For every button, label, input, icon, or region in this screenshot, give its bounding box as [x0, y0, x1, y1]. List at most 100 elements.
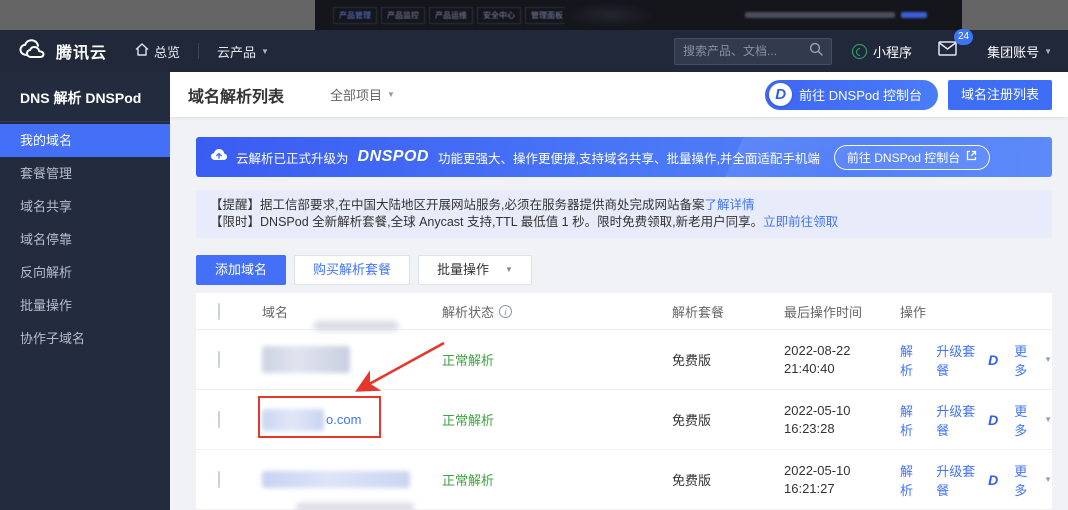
- upgrade-plan-link[interactable]: 升级套餐 D: [936, 461, 998, 499]
- plan-cell: 免费版: [672, 350, 784, 369]
- plan-cell: 免费版: [672, 410, 784, 429]
- dnspod-d-icon: D: [769, 83, 792, 106]
- account-menu[interactable]: 集团账号 ▼: [987, 42, 1052, 61]
- goto-dnspod-console-button[interactable]: D 前往 DNSPod 控制台: [765, 80, 938, 110]
- resolve-link[interactable]: 解析: [900, 401, 925, 439]
- background-tab: 产品管理: [333, 7, 377, 24]
- sidebar-item-domain-sharing[interactable]: 域名共享: [0, 190, 170, 223]
- select-all-checkbox[interactable]: [218, 303, 220, 320]
- notice-text: DNSPod 全新解析套餐,全球 Anycast 支持,TTL 最低值 1 秒。…: [260, 215, 763, 229]
- notice-line-limited-offer: 【限时】DNSPod 全新解析套餐,全球 Anycast 支持,TTL 最低值 …: [210, 214, 1038, 231]
- upgrade-plan-link[interactable]: 升级套餐 D: [936, 341, 998, 379]
- search-input[interactable]: [683, 44, 809, 58]
- notice-line-reminder: 【提醒】据工信部要求,在中国大陆地区开展网站服务,必须在服务器提供商处完成网站备…: [210, 197, 1038, 214]
- brand-name: 腾讯云: [56, 39, 107, 63]
- status-badge: 正常解析: [442, 473, 494, 488]
- status-badge: 正常解析: [442, 353, 494, 368]
- status-badge: 正常解析: [442, 413, 494, 428]
- column-header-last-op-time: 最后操作时间: [784, 302, 900, 321]
- dnspod-logo: DNSPOD: [358, 148, 429, 166]
- background-blurred-text: [745, 12, 927, 18]
- nav-products-label: 云产品: [217, 42, 256, 61]
- dnspod-d-icon: D: [988, 412, 998, 428]
- banner-button-label: 前往 DNSPod 控制台: [847, 149, 960, 166]
- nav-overview[interactable]: 总览: [135, 42, 180, 61]
- sidebar-item-batch-operations[interactable]: 批量操作: [0, 289, 170, 322]
- search-icon[interactable]: [809, 42, 823, 61]
- resolve-link[interactable]: 解析: [900, 341, 925, 379]
- row-checkbox[interactable]: [218, 411, 220, 428]
- op-time: 16:21:27: [784, 480, 900, 498]
- batch-operations-label: 批量操作: [437, 256, 489, 284]
- info-icon[interactable]: i: [499, 305, 512, 318]
- table-toolbar: 添加域名 购买解析套餐 批量操作 ▼: [196, 255, 532, 285]
- plan-cell: 免费版: [672, 470, 784, 489]
- buy-plan-button[interactable]: 购买解析套餐: [294, 255, 410, 285]
- table-row: o.com 正常解析 免费版 2022-05-10 16:23:28 解析 升级…: [196, 390, 1052, 450]
- table-row: 正常解析 免费版 2022-08-22 21:40:40 解析 升级套餐 D 更…: [196, 330, 1052, 390]
- top-navbar: 腾讯云 总览 云产品 ▼ 小程序: [0, 30, 1068, 72]
- cloud-logo-icon: [18, 39, 48, 64]
- account-label: 集团账号: [987, 42, 1039, 61]
- table-row: 正常解析 免费版 2022-05-10 16:21:27 解析 升级套餐 D 更…: [196, 450, 1052, 510]
- notice-link-details[interactable]: 了解详情: [704, 198, 754, 212]
- more-dropdown[interactable]: 更多 ▼: [1014, 341, 1052, 379]
- tencent-cloud-logo[interactable]: 腾讯云: [18, 39, 107, 64]
- sidebar-item-domain-parking[interactable]: 域名停靠: [0, 223, 170, 256]
- notice-link-claim[interactable]: 立即前往领取: [763, 215, 838, 229]
- mini-program-icon: [852, 44, 867, 59]
- chevron-down-icon: ▼: [1044, 475, 1052, 484]
- main-content: 云解析已正式升级为 DNSPOD 功能更强大、操作更便捷,支持域名共享、批量操作…: [170, 117, 1068, 510]
- op-date: 2022-05-10: [784, 402, 900, 420]
- notice-tag: 【提醒】: [210, 198, 260, 212]
- mini-program-entry[interactable]: 小程序: [852, 42, 912, 61]
- more-label: 更多: [1014, 461, 1039, 499]
- banner-goto-console-button[interactable]: 前往 DNSPod 控制台: [834, 145, 990, 170]
- more-label: 更多: [1014, 341, 1039, 379]
- domain-table: 域名 解析状态 i 解析套餐 最后操作时间 操作 正常解析 免费版 2022-0…: [196, 293, 1052, 510]
- blurred-censor-mark: [296, 503, 414, 510]
- background-tab: 管理面板: [525, 7, 569, 24]
- chevron-down-icon: ▼: [1044, 415, 1052, 424]
- mail-icon: [938, 43, 957, 60]
- sidebar-item-plan-management[interactable]: 套餐管理: [0, 157, 170, 190]
- sidebar-item-my-domains[interactable]: 我的域名: [0, 124, 170, 157]
- column-header-plan: 解析套餐: [672, 302, 784, 321]
- blurred-censor-mark: [314, 321, 398, 331]
- project-filter-dropdown[interactable]: 全部项目 ▼: [330, 85, 395, 104]
- sidebar-title: DNS 解析 DNSPod: [0, 72, 170, 122]
- sidebar-item-reverse-resolution[interactable]: 反向解析: [0, 256, 170, 289]
- external-link-icon: [966, 150, 977, 164]
- row-checkbox[interactable]: [218, 351, 220, 368]
- notice-tag: 【限时】: [210, 215, 260, 229]
- sidebar-menu: 我的域名 套餐管理 域名共享 域名停靠 反向解析 批量操作 协作子域名: [0, 124, 170, 355]
- chevron-down-icon: ▼: [387, 90, 395, 99]
- background-graphic: [565, 2, 655, 28]
- nav-cloud-products[interactable]: 云产品 ▼: [217, 42, 269, 61]
- more-dropdown[interactable]: 更多 ▼: [1014, 461, 1052, 499]
- add-domain-button[interactable]: 添加域名: [196, 255, 286, 285]
- resolve-link[interactable]: 解析: [900, 461, 925, 499]
- dnspod-d-icon: D: [988, 472, 998, 488]
- global-search[interactable]: [674, 38, 832, 65]
- op-time: 16:23:28: [784, 420, 900, 438]
- domain-register-list-button[interactable]: 域名注册列表: [948, 80, 1052, 110]
- more-dropdown[interactable]: 更多 ▼: [1014, 401, 1052, 439]
- navbar-right: 小程序 24 集团账号 ▼: [674, 38, 1058, 65]
- upgrade-plan-link[interactable]: 升级套餐 D: [936, 401, 998, 439]
- domain-link[interactable]: o.com: [326, 412, 361, 427]
- row-checkbox[interactable]: [218, 471, 220, 488]
- domain-cell[interactable]: o.com: [262, 409, 442, 431]
- cloud-upgrade-icon: [210, 147, 228, 167]
- time-cell: 2022-05-10 16:21:27: [784, 462, 900, 498]
- header-buttons: D 前往 DNSPod 控制台 域名注册列表: [765, 80, 1052, 110]
- blurred-domain: [262, 471, 410, 488]
- batch-operations-dropdown[interactable]: 批量操作 ▼: [418, 255, 532, 285]
- chevron-down-icon: ▼: [1044, 47, 1052, 56]
- chevron-down-icon: ▼: [505, 256, 513, 284]
- column-header-status: 解析状态: [442, 302, 494, 321]
- home-icon: [135, 43, 149, 59]
- nav-overview-label: 总览: [154, 42, 180, 61]
- sidebar-item-collaborative-subdomains[interactable]: 协作子域名: [0, 322, 170, 355]
- message-center[interactable]: 24: [938, 41, 957, 61]
